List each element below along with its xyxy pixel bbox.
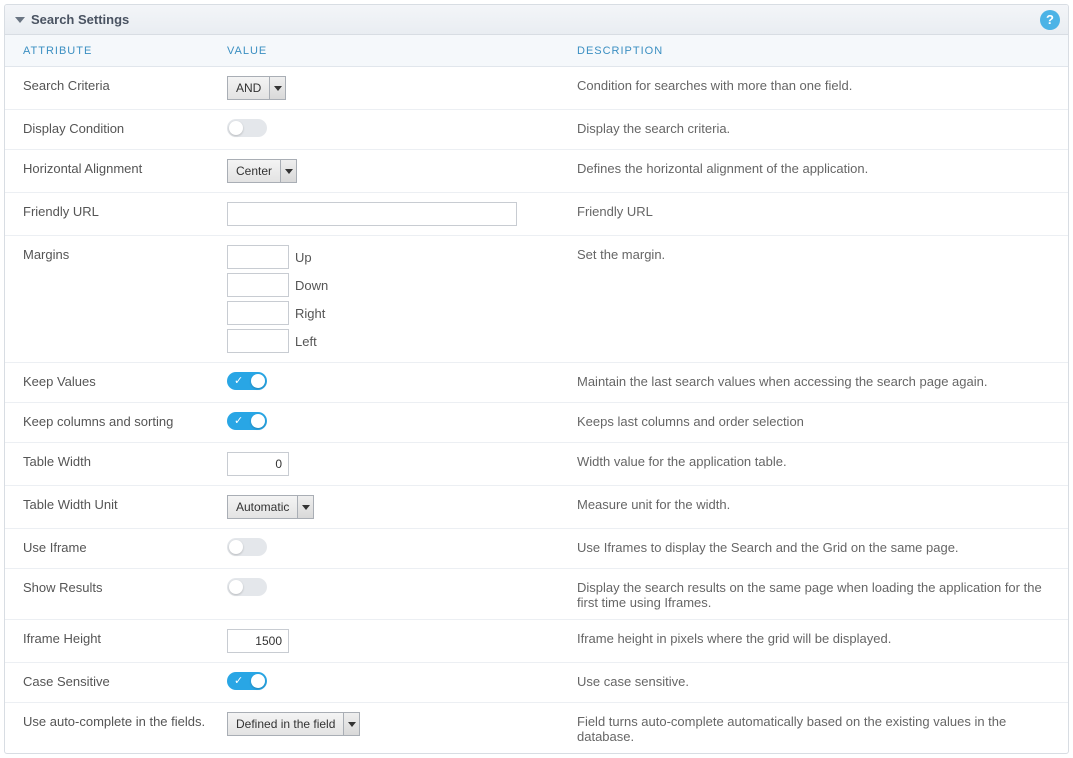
select-value: Defined in the field xyxy=(228,713,343,735)
attr-label: Friendly URL xyxy=(5,202,227,219)
table-width-unit-select[interactable]: Automatic xyxy=(227,495,314,519)
help-icon[interactable]: ? xyxy=(1040,10,1060,30)
row-table-width: Table Width Width value for the applicat… xyxy=(5,443,1068,486)
attr-label: Show Results xyxy=(5,578,227,595)
row-search-criteria: Search Criteria AND Condition for search… xyxy=(5,67,1068,110)
column-header-value: VALUE xyxy=(227,45,577,57)
attr-label: Iframe Height xyxy=(5,629,227,646)
attr-label: Table Width xyxy=(5,452,227,469)
margin-down-input[interactable] xyxy=(227,273,289,297)
show-results-toggle[interactable] xyxy=(227,578,267,596)
row-use-iframe: Use Iframe Use Iframes to display the Se… xyxy=(5,529,1068,569)
description: Iframe height in pixels where the grid w… xyxy=(577,629,1068,646)
autocomplete-select[interactable]: Defined in the field xyxy=(227,712,360,736)
attr-label: Keep columns and sorting xyxy=(5,412,227,429)
panel-title: Search Settings xyxy=(31,12,129,27)
row-margins: Margins Up Down Right Left Set the margi… xyxy=(5,236,1068,363)
display-condition-toggle[interactable] xyxy=(227,119,267,137)
iframe-height-input[interactable] xyxy=(227,629,289,653)
description: Set the margin. xyxy=(577,245,1068,262)
attr-label: Table Width Unit xyxy=(5,495,227,512)
attr-label: Case Sensitive xyxy=(5,672,227,689)
description: Maintain the last search values when acc… xyxy=(577,372,1068,389)
chevron-down-icon xyxy=(280,160,296,182)
table-header-row: ATTRIBUTE VALUE DESCRIPTION xyxy=(5,35,1068,67)
friendly-url-input[interactable] xyxy=(227,202,517,226)
search-settings-panel: Search Settings ? ATTRIBUTE VALUE DESCRI… xyxy=(4,4,1069,754)
attr-label: Use auto-complete in the fields. xyxy=(5,712,227,729)
margin-right-label: Right xyxy=(295,306,325,321)
margin-up-input[interactable] xyxy=(227,245,289,269)
chevron-down-icon xyxy=(343,713,359,735)
table-width-input[interactable] xyxy=(227,452,289,476)
row-keep-values: Keep Values ✓ Maintain the last search v… xyxy=(5,363,1068,403)
description: Display the search criteria. xyxy=(577,119,1068,136)
select-value: AND xyxy=(228,77,269,99)
row-iframe-height: Iframe Height Iframe height in pixels wh… xyxy=(5,620,1068,663)
description: Defines the horizontal alignment of the … xyxy=(577,159,1068,176)
row-table-width-unit: Table Width Unit Automatic Measure unit … xyxy=(5,486,1068,529)
description: Field turns auto-complete automatically … xyxy=(577,712,1068,744)
search-criteria-select[interactable]: AND xyxy=(227,76,286,100)
horizontal-alignment-select[interactable]: Center xyxy=(227,159,297,183)
select-value: Center xyxy=(228,160,280,182)
keep-values-toggle[interactable]: ✓ xyxy=(227,372,267,390)
case-sensitive-toggle[interactable]: ✓ xyxy=(227,672,267,690)
description: Use Iframes to display the Search and th… xyxy=(577,538,1068,555)
chevron-down-icon xyxy=(269,77,285,99)
column-header-description: DESCRIPTION xyxy=(577,45,1068,57)
margin-left-input[interactable] xyxy=(227,329,289,353)
row-show-results: Show Results Display the search results … xyxy=(5,569,1068,620)
description: Display the search results on the same p… xyxy=(577,578,1068,610)
description: Use case sensitive. xyxy=(577,672,1068,689)
attr-label: Search Criteria xyxy=(5,76,227,93)
description: Measure unit for the width. xyxy=(577,495,1068,512)
chevron-down-icon xyxy=(297,496,313,518)
attr-label: Margins xyxy=(5,245,227,262)
column-header-attribute: ATTRIBUTE xyxy=(5,45,227,57)
margin-right-input[interactable] xyxy=(227,301,289,325)
attr-label: Use Iframe xyxy=(5,538,227,555)
keep-columns-toggle[interactable]: ✓ xyxy=(227,412,267,430)
margin-left-label: Left xyxy=(295,334,317,349)
margin-down-label: Down xyxy=(295,278,328,293)
margin-up-label: Up xyxy=(295,250,312,265)
collapse-icon[interactable] xyxy=(15,17,25,23)
description: Width value for the application table. xyxy=(577,452,1068,469)
panel-header: Search Settings ? xyxy=(5,5,1068,35)
attr-label: Display Condition xyxy=(5,119,227,136)
row-autocomplete: Use auto-complete in the fields. Defined… xyxy=(5,703,1068,753)
attr-label: Keep Values xyxy=(5,372,227,389)
use-iframe-toggle[interactable] xyxy=(227,538,267,556)
row-case-sensitive: Case Sensitive ✓ Use case sensitive. xyxy=(5,663,1068,703)
attr-label: Horizontal Alignment xyxy=(5,159,227,176)
row-display-condition: Display Condition Display the search cri… xyxy=(5,110,1068,150)
description: Keeps last columns and order selection xyxy=(577,412,1068,429)
description: Condition for searches with more than on… xyxy=(577,76,1068,93)
row-keep-columns: Keep columns and sorting ✓ Keeps last co… xyxy=(5,403,1068,443)
description: Friendly URL xyxy=(577,202,1068,219)
row-horizontal-alignment: Horizontal Alignment Center Defines the … xyxy=(5,150,1068,193)
select-value: Automatic xyxy=(228,496,297,518)
row-friendly-url: Friendly URL Friendly URL xyxy=(5,193,1068,236)
